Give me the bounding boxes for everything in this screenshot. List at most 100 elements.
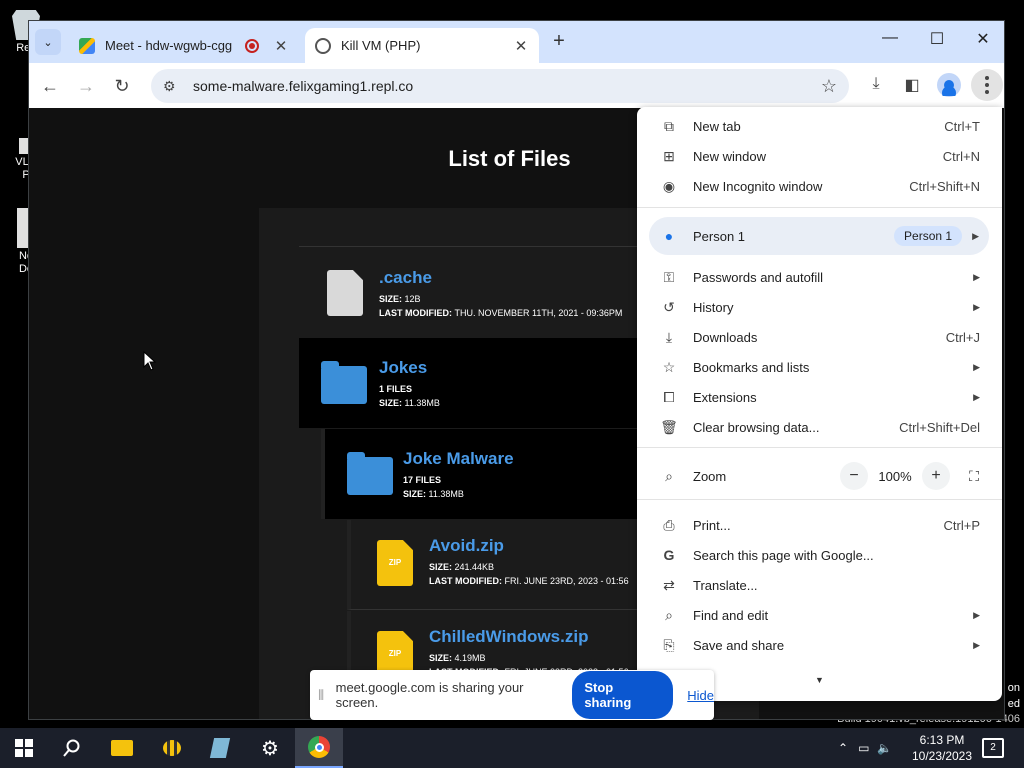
menu-item-extensions[interactable]: ⧠ Extensions ▶ bbox=[637, 382, 1002, 412]
forward-button[interactable]: → bbox=[73, 73, 99, 99]
puzzle-icon: ⧠ bbox=[663, 388, 675, 405]
url-text[interactable]: some-malware.felixgaming1.repl.co bbox=[193, 78, 413, 94]
taskbar-chrome[interactable] bbox=[295, 728, 343, 768]
tab-meet[interactable]: Meet - hdw-wgwb-cgg ✕ bbox=[69, 28, 299, 63]
notification-center-button[interactable]: 2 bbox=[982, 738, 1004, 758]
start-button[interactable] bbox=[0, 728, 48, 768]
file-name[interactable]: Avoid.zip bbox=[429, 536, 504, 556]
folder-icon bbox=[321, 361, 367, 404]
menu-item-history[interactable]: ↺ History ▶ bbox=[637, 292, 1002, 322]
new-window-icon: ⊞ bbox=[663, 147, 675, 164]
folder-name[interactable]: Jokes bbox=[379, 358, 427, 378]
translate-icon: ⇄ bbox=[663, 576, 675, 593]
downloads-button[interactable]: ⤓ bbox=[865, 75, 887, 97]
close-icon[interactable]: ✕ bbox=[513, 37, 529, 55]
folder-count: 17 FILES bbox=[403, 475, 442, 485]
bee-icon bbox=[163, 740, 181, 756]
maximize-button[interactable]: ☐ bbox=[914, 29, 960, 55]
reload-button[interactable]: ↻ bbox=[109, 73, 135, 99]
drag-handle-icon[interactable]: ⦀ bbox=[318, 687, 330, 704]
volume-muted-icon[interactable]: 🔈 bbox=[877, 741, 892, 755]
taskbar-file-explorer[interactable] bbox=[98, 728, 146, 768]
person-icon: ● bbox=[664, 228, 674, 244]
menu-item-new-window[interactable]: ⊞ New window Ctrl+N bbox=[637, 141, 1002, 171]
address-bar[interactable]: ⚙ some-malware.felixgaming1.repl.co ☆ bbox=[151, 69, 849, 103]
save-icon: ⎘ bbox=[663, 636, 675, 653]
taskbar-search-button[interactable] bbox=[48, 728, 96, 768]
reload-icon: ↻ bbox=[114, 76, 130, 96]
hide-link[interactable]: Hide bbox=[687, 688, 714, 703]
menu-shortcut: Ctrl+J bbox=[945, 329, 980, 345]
menu-label: Bookmarks and lists bbox=[693, 359, 810, 375]
tab-search-button[interactable]: ⌄ bbox=[35, 29, 61, 55]
meta-label: SIZE: bbox=[429, 562, 453, 572]
file-name[interactable]: .cache bbox=[379, 268, 432, 288]
globe-icon bbox=[315, 37, 331, 54]
taskbar: ⚙ ⌃ ▭ 🔈 6:13 PM 10/23/2023 2 bbox=[0, 728, 1024, 768]
dot bbox=[985, 83, 989, 87]
menu-item-print[interactable]: ⎙ Print... Ctrl+P bbox=[637, 510, 1002, 540]
close-icon[interactable]: ✕ bbox=[273, 37, 289, 55]
profile-button[interactable] bbox=[937, 73, 961, 97]
menu-label: New Incognito window bbox=[693, 178, 823, 194]
bookmark-star-icon[interactable]: ☆ bbox=[821, 76, 837, 97]
minimize-button[interactable]: — bbox=[867, 29, 913, 55]
folder-meta: 1 FILES SIZE: 11.38MB bbox=[379, 382, 440, 410]
menu-item-translate[interactable]: ⇄ Translate... bbox=[637, 570, 1002, 600]
stop-sharing-button[interactable]: Stop sharing bbox=[572, 671, 674, 719]
taskbar-app-bee[interactable] bbox=[148, 728, 196, 768]
dot bbox=[985, 90, 989, 94]
chrome-menu-button[interactable] bbox=[971, 69, 1003, 101]
menu-item-find-edit[interactable]: ⌕ Find and edit ▶ bbox=[637, 600, 1002, 630]
menu-item-clear-browsing-data[interactable]: 🗑 Clear browsing data... Ctrl+Shift+Del bbox=[637, 412, 1002, 442]
menu-separator bbox=[637, 447, 1002, 448]
network-icon[interactable]: ▭ bbox=[858, 741, 869, 755]
file-size: 241.44KB bbox=[454, 562, 495, 572]
google-icon: G bbox=[663, 547, 675, 563]
taskbar-app-notes[interactable] bbox=[196, 728, 244, 768]
chevron-up-icon[interactable]: ⌃ bbox=[838, 741, 848, 755]
new-tab-button[interactable]: + bbox=[548, 31, 570, 53]
notification-count: 2 bbox=[990, 742, 996, 753]
menu-label: Search this page with Google... bbox=[693, 547, 874, 563]
menu-item-new-incognito[interactable]: ◉ New Incognito window Ctrl+Shift+N bbox=[637, 171, 1002, 201]
menu-item-new-tab[interactable]: ⧉ New tab Ctrl+T bbox=[637, 111, 1002, 141]
file-name[interactable]: ChilledWindows.zip bbox=[429, 627, 588, 647]
file-icon bbox=[327, 270, 363, 316]
menu-item-save-share[interactable]: ⎘ Save and share ▶ bbox=[637, 630, 1002, 660]
arrow-right-icon: ▶ bbox=[973, 639, 980, 650]
site-info-icon[interactable]: ⚙ bbox=[163, 78, 183, 95]
zip-icon: ZIP bbox=[377, 540, 413, 586]
menu-item-person[interactable]: ● Person 1 Person 1 ▶ bbox=[649, 217, 989, 255]
fullscreen-icon[interactable]: ⛶ bbox=[960, 462, 988, 490]
side-panel-button[interactable]: ◧ bbox=[901, 75, 923, 97]
zoom-out-button[interactable]: − bbox=[840, 462, 868, 490]
menu-item-search-google[interactable]: G Search this page with Google... bbox=[637, 540, 1002, 570]
close-window-button[interactable]: ✕ bbox=[960, 29, 1004, 55]
arrow-right-icon: ▶ bbox=[973, 271, 980, 282]
tab-kill-vm[interactable]: Kill VM (PHP) ✕ bbox=[305, 28, 539, 63]
menu-item-downloads[interactable]: ⤓ Downloads Ctrl+J bbox=[637, 322, 1002, 352]
star-icon: ☆ bbox=[662, 358, 676, 375]
zoom-in-button[interactable]: + bbox=[922, 462, 950, 490]
taskbar-settings[interactable]: ⚙ bbox=[246, 728, 294, 768]
meta-label: SIZE: bbox=[379, 398, 403, 408]
menu-label: Extensions bbox=[693, 389, 757, 405]
system-tray: ⌃ ▭ 🔈 bbox=[838, 728, 892, 768]
minimize-icon: — bbox=[882, 29, 898, 46]
print-icon: ⎙ bbox=[663, 516, 675, 533]
history-icon: ↺ bbox=[663, 298, 675, 315]
menu-label: History bbox=[693, 299, 734, 315]
menu-item-zoom: ⌕ Zoom − 100% + ⛶ bbox=[637, 459, 1002, 493]
folder-name[interactable]: Joke Malware bbox=[403, 449, 514, 469]
meta-label: SIZE: bbox=[379, 294, 403, 304]
menu-label: New window bbox=[693, 148, 766, 164]
mouse-cursor-icon bbox=[143, 351, 157, 371]
notes-icon bbox=[209, 738, 231, 758]
clock-date: 10/23/2023 bbox=[911, 749, 973, 763]
back-button[interactable]: ← bbox=[37, 73, 63, 99]
menu-item-bookmarks[interactable]: ☆ Bookmarks and lists ▶ bbox=[637, 352, 1002, 382]
menu-label: Print... bbox=[693, 517, 731, 533]
clock[interactable]: 6:13 PM 10/23/2023 bbox=[902, 732, 982, 764]
menu-item-passwords[interactable]: ⚿ Passwords and autofill ▶ bbox=[637, 262, 1002, 292]
